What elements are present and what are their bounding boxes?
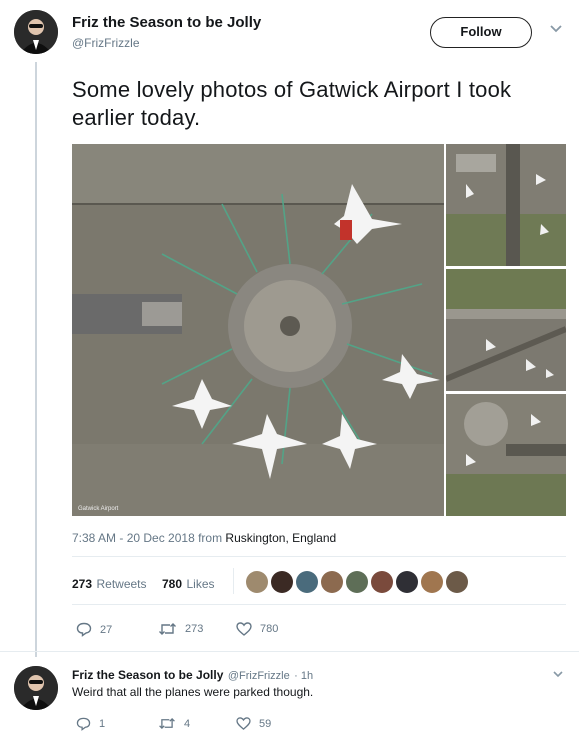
likers-avatars[interactable] [246,571,468,593]
airport-aerial-thumb-1 [446,144,566,266]
reply-time[interactable]: · 1h [294,670,313,682]
reply-chevron-down-icon[interactable] [552,668,564,682]
airport-aerial-image: Gatwick Airport [72,144,444,516]
avatar-image [14,666,58,710]
likes-label: Likes [186,577,215,591]
retweet-icon [159,623,176,635]
liker-avatar[interactable] [446,571,468,593]
reply-author-handle[interactable]: @FrizFrizzle [228,670,290,682]
stats-separator [233,568,234,594]
retweets-stat[interactable]: 273 Retweets [72,575,147,593]
photo-main[interactable]: Gatwick Airport [72,144,444,516]
tweet-timestamp[interactable]: 7:38 AM - 20 Dec 2018 from Ruskington, E… [72,531,336,545]
like-action[interactable]: 780 [236,622,278,636]
reply-like-count: 59 [259,717,272,730]
liker-avatar[interactable] [271,571,293,593]
retweet-icon [159,717,175,730]
chevron-down-icon[interactable] [549,23,563,37]
likes-stat[interactable]: 780 Likes [162,575,215,593]
divider-bottom [72,604,566,605]
photo-3[interactable] [446,269,566,391]
retweets-count: 273 [72,577,93,591]
photo-4[interactable] [446,394,566,516]
thread-line [35,62,37,657]
author-name[interactable]: Friz the Season to be Jolly [72,14,261,31]
photo-2[interactable] [446,144,566,266]
tweet-location[interactable]: Ruskington, England [225,531,336,545]
retweet-action[interactable]: 273 [158,622,203,636]
liker-avatar[interactable] [371,571,393,593]
divider-top [72,556,566,557]
reply-icon [76,717,91,731]
retweets-label: Retweets [96,577,147,591]
reply-header: Friz the Season to be Jolly @FrizFrizzle… [72,666,313,684]
liker-avatar[interactable] [296,571,318,593]
heart-icon [236,717,251,730]
reply-like-action[interactable]: 59 [236,717,271,730]
retweet-count: 273 [185,623,204,635]
likes-count: 780 [162,577,183,591]
follow-button[interactable]: Follow [430,17,532,48]
reply-icon [76,622,92,637]
liker-avatar[interactable] [321,571,343,593]
reply-author-name[interactable]: Friz the Season to be Jolly [72,668,223,682]
reply-author-avatar[interactable] [14,666,58,710]
reply-count: 27 [100,623,113,636]
heart-icon [236,622,252,636]
reply-reply-count: 1 [99,718,106,730]
like-count: 780 [260,623,279,635]
reply-action[interactable]: 27 [76,622,112,637]
liker-avatar[interactable] [246,571,268,593]
divider-thread [0,651,579,652]
author-handle[interactable]: @FrizFrizzle [72,36,140,50]
liker-avatar[interactable] [421,571,443,593]
author-avatar[interactable] [14,10,58,54]
liker-avatar[interactable] [396,571,418,593]
reply-text: Weird that all the planes were parked th… [72,685,314,699]
airport-aerial-thumb-3 [446,394,566,516]
liker-avatar[interactable] [346,571,368,593]
airport-aerial-thumb-2 [446,269,566,391]
avatar-image [14,10,58,54]
reply-reply-action[interactable]: 1 [76,717,105,731]
reply-retweet-count: 4 [184,717,191,730]
tweet-text: Some lovely photos of Gatwick Airport I … [72,77,512,130]
reply-retweet-action[interactable]: 4 [158,717,190,730]
timestamp-text: 7:38 AM - 20 Dec 2018 from [72,531,223,545]
photo-watermark: Gatwick Airport [78,506,119,512]
